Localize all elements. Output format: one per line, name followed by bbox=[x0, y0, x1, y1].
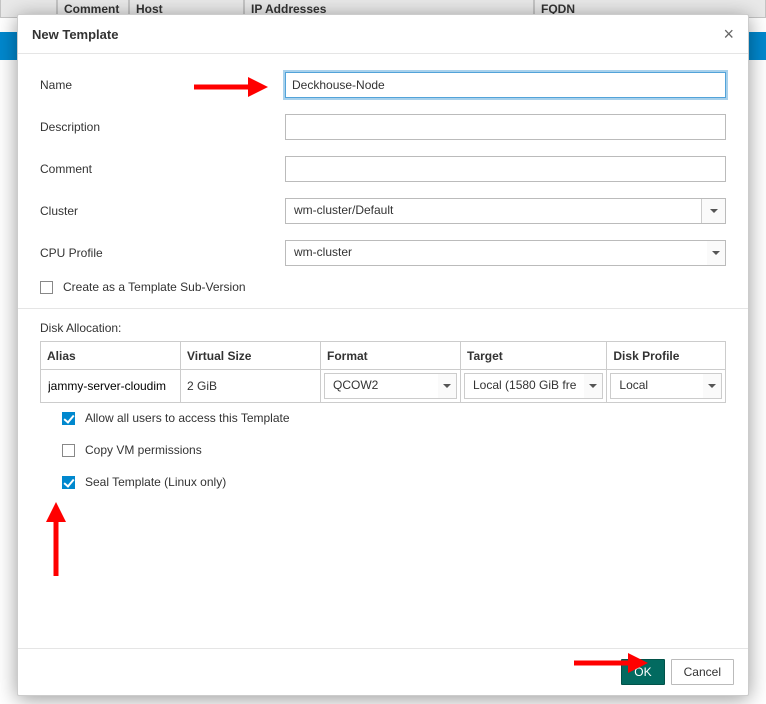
chevron-down-icon bbox=[707, 241, 725, 265]
cpu-profile-select[interactable]: wm-cluster bbox=[285, 240, 726, 266]
col-target: Target bbox=[461, 342, 607, 370]
label-description: Description bbox=[40, 120, 285, 134]
disk-allocation-table: Alias Virtual Size Format Target Disk Pr… bbox=[40, 341, 726, 403]
allow-all-users-checkbox[interactable] bbox=[62, 412, 75, 425]
col-disk-profile: Disk Profile bbox=[607, 342, 726, 370]
modal-header: New Template × bbox=[18, 15, 748, 54]
create-sub-version-checkbox[interactable] bbox=[40, 281, 53, 294]
col-format: Format bbox=[321, 342, 461, 370]
cancel-button[interactable]: Cancel bbox=[671, 659, 734, 685]
alias-field[interactable] bbox=[44, 375, 177, 397]
format-select[interactable]: QCOW2 bbox=[324, 373, 457, 399]
description-field[interactable] bbox=[285, 114, 726, 140]
disk-allocation-label: Disk Allocation: bbox=[40, 321, 726, 335]
table-row: 2 GiB QCOW2 Local (1580 GiB fre bbox=[41, 370, 726, 403]
close-icon[interactable]: × bbox=[723, 25, 734, 43]
new-template-modal: New Template × Name Description Comment … bbox=[17, 14, 749, 696]
label-seal: Seal Template (Linux only) bbox=[85, 475, 226, 489]
chevron-down-icon bbox=[584, 374, 602, 398]
col-virtual-size: Virtual Size bbox=[181, 342, 321, 370]
label-cluster: Cluster bbox=[40, 204, 285, 218]
chevron-down-icon bbox=[701, 199, 725, 223]
modal-body: Name Description Comment Cluster wm-clus… bbox=[18, 54, 748, 648]
comment-field[interactable] bbox=[285, 156, 726, 182]
table-header-row: Alias Virtual Size Format Target Disk Pr… bbox=[41, 342, 726, 370]
disk-profile-select[interactable]: Local bbox=[610, 373, 722, 399]
label-allow-all: Allow all users to access this Template bbox=[85, 411, 290, 425]
copy-vm-permissions-checkbox[interactable] bbox=[62, 444, 75, 457]
name-field[interactable] bbox=[285, 72, 726, 98]
col-alias: Alias bbox=[41, 342, 181, 370]
label-create-sub: Create as a Template Sub-Version bbox=[63, 280, 246, 294]
modal-footer: OK Cancel bbox=[18, 648, 748, 695]
modal-title: New Template bbox=[32, 27, 118, 42]
chevron-down-icon bbox=[438, 374, 456, 398]
chevron-down-icon bbox=[703, 374, 721, 398]
ok-button[interactable]: OK bbox=[621, 659, 664, 685]
target-select[interactable]: Local (1580 GiB fre bbox=[464, 373, 603, 399]
label-copy-perms: Copy VM permissions bbox=[85, 443, 202, 457]
seal-template-checkbox[interactable] bbox=[62, 476, 75, 489]
label-name: Name bbox=[40, 78, 285, 92]
cluster-select[interactable]: wm-cluster/Default bbox=[285, 198, 726, 224]
divider bbox=[18, 308, 748, 309]
virtual-size-cell: 2 GiB bbox=[181, 370, 321, 403]
label-cpu-profile: CPU Profile bbox=[40, 246, 285, 260]
label-comment: Comment bbox=[40, 162, 285, 176]
